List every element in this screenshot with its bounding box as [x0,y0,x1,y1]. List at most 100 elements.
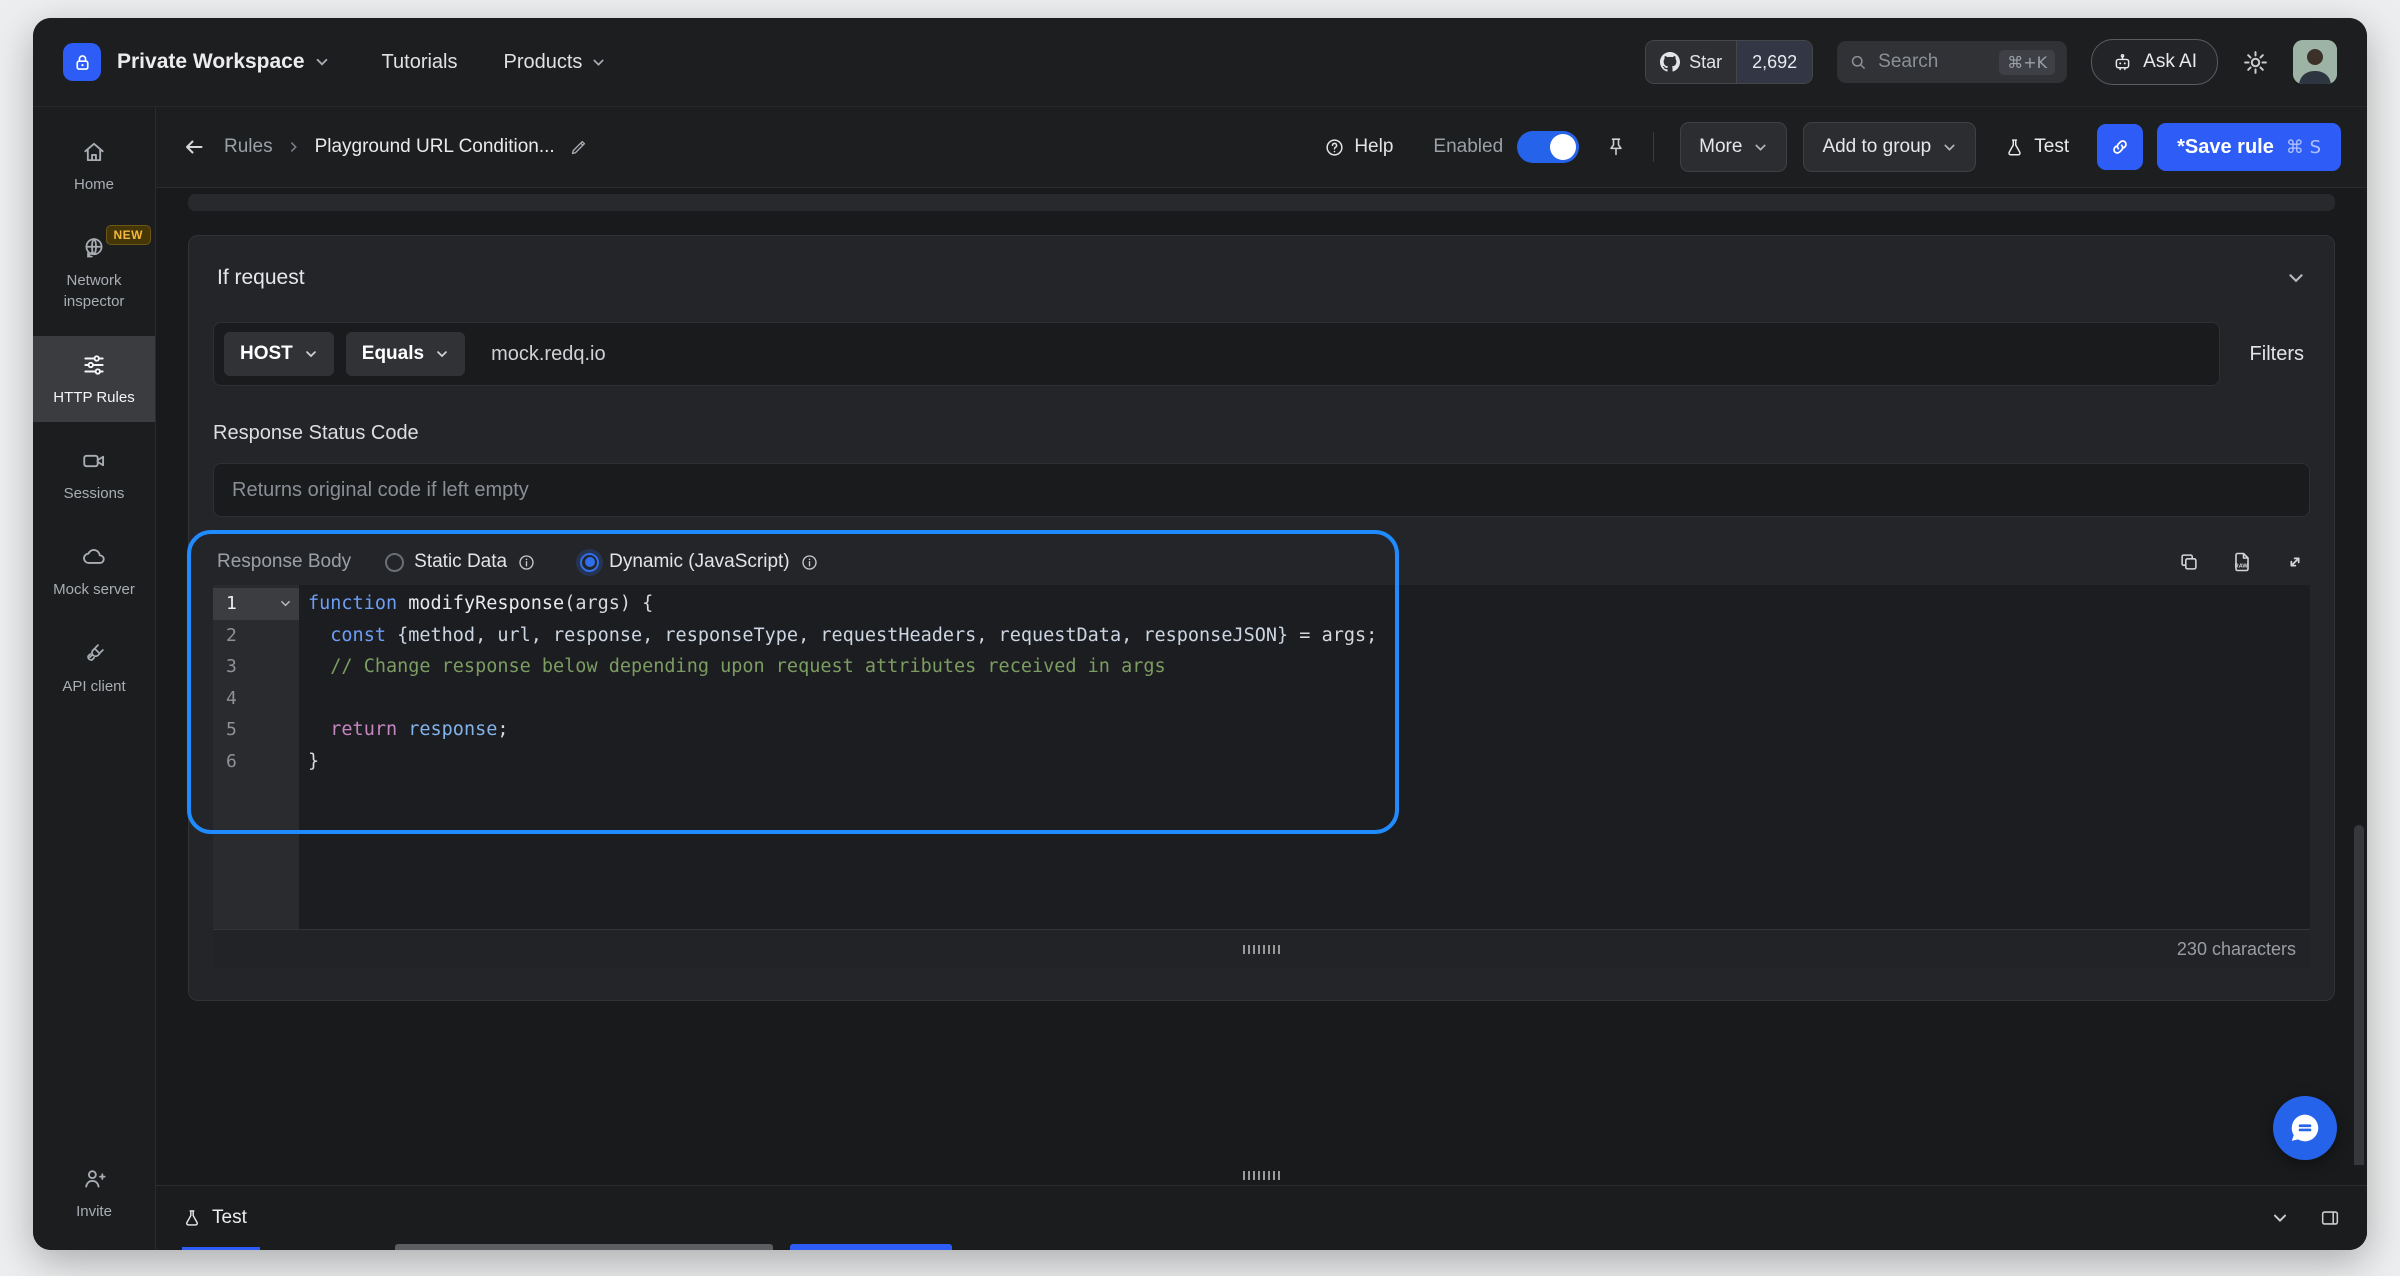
test-panel-tab[interactable]: Test [182,1186,247,1250]
code-line[interactable]: } [308,746,2310,778]
test-panel-controls [2271,1207,2341,1229]
sidebar-item-mock-server[interactable]: Mock server [33,528,155,614]
github-star-button[interactable]: Star 2,692 [1645,40,1813,84]
save-rule-button[interactable]: *Save rule ⌘ S [2157,123,2341,171]
enabled-toggle[interactable] [1517,131,1579,163]
raw-file-icon[interactable]: RAW [2230,550,2254,574]
cloud-icon [81,544,107,570]
expand-icon[interactable] [2284,551,2306,573]
back-arrow-icon[interactable] [182,135,206,159]
section-title: If request [217,266,305,290]
sidebar-spacer [33,721,155,1150]
chevron-down-icon[interactable] [2286,268,2306,288]
line-number[interactable]: 5 [213,714,299,746]
main-panel: Rules Playground URL Condition... [156,107,2367,1250]
workspace-lock-badge[interactable] [63,43,101,81]
sidebar-item-home[interactable]: Home [33,123,155,209]
sidebar-items: Home Network inspectorNEW HTTP Rules Sessio… [33,123,155,721]
condition-value-input[interactable]: mock.redq.io [491,343,606,366]
sidebar-item-invite[interactable]: Invite [33,1150,155,1236]
search-input[interactable] [1876,50,1990,74]
info-icon[interactable] [800,553,819,572]
sidebar-item-network-inspector[interactable]: Network inspectorNEW [33,219,155,326]
vertical-scrollbar[interactable] [2354,825,2364,1165]
bottom-scroll-track[interactable] [395,1244,773,1250]
radio-on-icon [580,553,599,572]
search-box[interactable]: ⌘+K [1837,41,2067,83]
chevron-right-icon [287,140,301,154]
line-number[interactable]: 4 [213,683,299,715]
add-to-group-button[interactable]: Add to group [1803,122,1976,172]
condition-operator-select[interactable]: Equals [346,332,465,376]
github-star-count: 2,692 [1736,41,1812,83]
status-code-input[interactable] [213,463,2310,517]
breadcrumb-rules[interactable]: Rules [224,136,273,158]
sidebar-item-http-rules[interactable]: HTTP Rules [33,336,155,422]
flask-icon [182,1208,202,1228]
rule-toolbar: Rules Playground URL Condition... [156,107,2367,188]
editor-gutter: 123456 [213,585,299,929]
editor-lines[interactable]: function modifyResponse(args) { const {m… [299,585,2310,929]
condition-operator-label: Equals [362,343,424,365]
response-body-label: Response Body [217,551,351,573]
condition-key-select[interactable]: HOST [224,332,334,376]
line-number[interactable]: 6 [213,746,299,778]
editor-footer: 230 characters [213,929,2310,968]
chevron-down-icon[interactable] [2271,1209,2289,1227]
workspace-selector[interactable]: Private Workspace [117,50,305,74]
test-label: Test [2034,136,2069,158]
chevron-down-icon [304,347,318,361]
code-line[interactable]: return response; [308,714,2310,746]
line-number[interactable]: 2 [213,620,299,652]
scrolled-card-edge [188,194,2335,211]
camera-icon [81,448,107,474]
nav-products-label: Products [504,51,583,74]
lock-icon [72,52,93,73]
nav-tutorials[interactable]: Tutorials [382,51,458,74]
breadcrumb-current: Playground URL Condition... [315,136,555,158]
filters-button[interactable]: Filters [2250,343,2304,366]
help-button[interactable]: Help [1324,136,1393,158]
share-link-button[interactable] [2097,124,2143,170]
edit-pencil-icon[interactable] [569,138,588,157]
sidebar-item-sessions[interactable]: Sessions [33,432,155,518]
code-editor[interactable]: 123456 function modifyResponse(args) { c… [213,585,2310,929]
code-line[interactable]: const {method, url, response, responseTy… [308,620,2310,652]
dynamic-js-label: Dynamic (JavaScript) [609,551,790,573]
globe-icon [81,235,107,261]
fold-chevron-icon[interactable] [279,597,292,610]
ask-ai-button[interactable]: Ask AI [2091,39,2218,85]
copy-icon[interactable] [2178,551,2200,573]
avatar[interactable] [2293,40,2337,84]
test-button[interactable]: Test [2004,136,2069,158]
static-data-radio[interactable]: Static Data [385,551,536,573]
test-panel-tab-label: Test [212,1207,247,1229]
sidebar: Home Network inspectorNEW HTTP Rules Sessio… [33,107,156,1250]
section-header[interactable]: If request [189,236,2334,316]
gear-icon[interactable] [2242,49,2269,76]
panel-resize-row [156,1165,2367,1185]
code-line[interactable]: // Change response below depending upon … [308,651,2310,683]
more-button[interactable]: More [1680,122,1787,172]
line-number[interactable]: 3 [213,651,299,683]
sidebar-item-label: Invite [76,1202,112,1222]
line-number[interactable]: 1 [213,588,299,620]
chevron-down-icon [435,347,449,361]
info-icon[interactable] [517,553,536,572]
enabled-label: Enabled [1433,136,1503,158]
nav-products[interactable]: Products [504,51,607,74]
header-actions: Star 2,692 ⌘+K Ask AI [1645,39,2337,85]
sidebar-item-api-client[interactable]: API client [33,625,155,711]
response-body-editor: Response Body Static Data [213,539,2310,968]
sliders-icon [81,352,107,378]
pin-icon[interactable] [1605,136,1627,158]
app-body: Home Network inspectorNEW HTTP Rules Sessio… [33,107,2367,1250]
code-line[interactable] [308,683,2310,715]
panel-resize-handle[interactable] [1243,1171,1281,1180]
bottom-scroll-thumb[interactable] [790,1244,952,1250]
dynamic-js-radio[interactable]: Dynamic (JavaScript) [580,551,819,573]
editor-resize-handle[interactable] [1243,945,1281,954]
chat-fab-button[interactable] [2273,1096,2337,1160]
code-line[interactable]: function modifyResponse(args) { [308,588,2310,620]
panel-layout-icon[interactable] [2319,1207,2341,1229]
